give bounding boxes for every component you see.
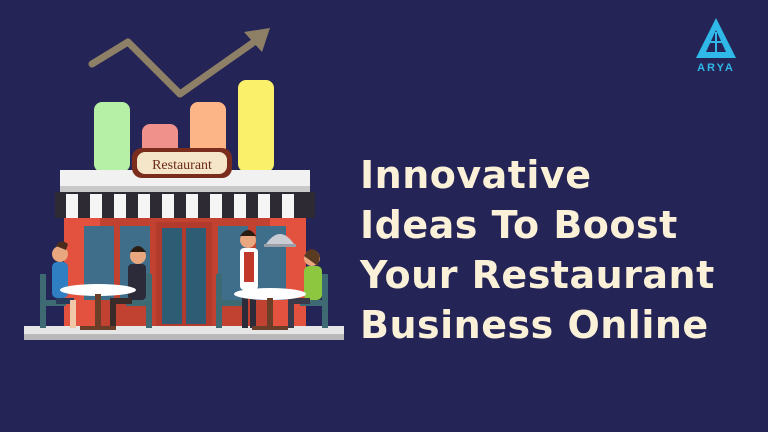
headline: Innovative Ideas To Boost Your Restauran…: [360, 150, 760, 350]
headline-line-4: Business Online: [360, 303, 709, 347]
headline-line-3: Your Restaurant: [360, 253, 715, 297]
restaurant-sign-text: Restaurant: [152, 158, 212, 173]
headline-line-2: Ideas To Boost: [360, 203, 678, 247]
logo-text: ARYA: [697, 62, 735, 74]
headline-line-1: Innovative: [360, 153, 592, 197]
